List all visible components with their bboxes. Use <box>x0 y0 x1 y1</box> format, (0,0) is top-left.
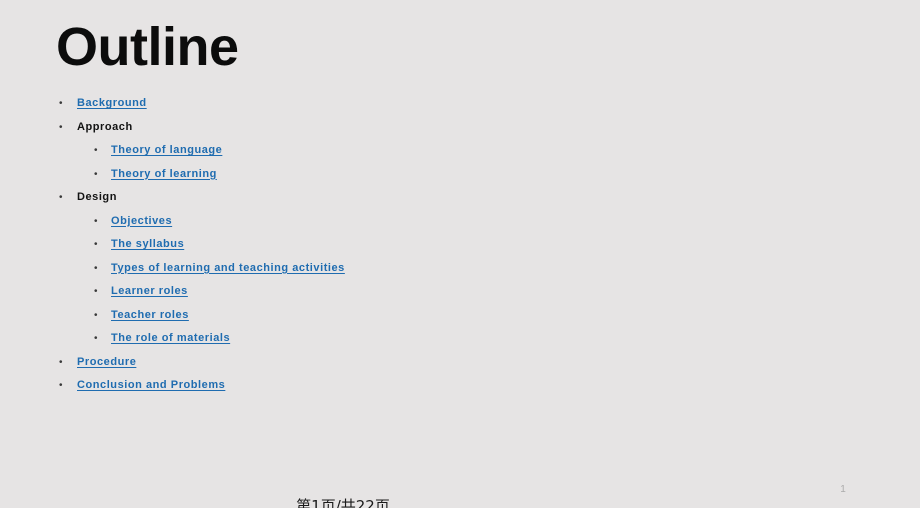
bullet-icon: • <box>94 215 98 227</box>
outline-item[interactable]: • The syllabus <box>0 233 920 257</box>
bullet-icon: • <box>94 145 98 156</box>
bullet-icon: • <box>59 98 63 109</box>
outline-link[interactable]: Theory of learning <box>111 163 217 187</box>
outline-link[interactable]: Conclusion and Problems <box>77 374 225 398</box>
outline-item[interactable]: • The role of materials <box>0 327 920 351</box>
outline-item[interactable]: • Background <box>0 92 920 116</box>
outline-item[interactable]: • Objectives <box>0 210 920 234</box>
outline-item[interactable]: • Procedure <box>0 351 920 375</box>
outline-item: • Approach <box>0 116 920 140</box>
bullet-icon: • <box>59 121 63 133</box>
outline-link[interactable]: Background <box>77 92 147 116</box>
bullet-icon: • <box>59 380 63 391</box>
outline-item[interactable]: • Theory of learning <box>0 163 920 187</box>
bullet-icon: • <box>94 333 98 344</box>
outline-list: • Background • Approach • Theory of language •… <box>0 92 920 398</box>
outline-link[interactable]: Procedure <box>77 351 136 375</box>
outline-link[interactable]: The role of materials <box>111 327 230 351</box>
bullet-icon: • <box>94 286 98 297</box>
bullet-icon: • <box>94 239 98 250</box>
bullet-icon: • <box>94 168 98 180</box>
slide-canvas: Outline • Background • Approach • Theory of l… <box>0 0 920 508</box>
outline-item[interactable]: • Learner roles <box>0 280 920 304</box>
outline-item[interactable]: • Conclusion and Problems <box>0 374 920 398</box>
outline-link[interactable]: The syllabus <box>111 233 184 257</box>
outline-item: • Design <box>0 186 920 210</box>
outline-item[interactable]: • Types of learning and teaching activiti… <box>0 257 920 281</box>
slide-page-number: 1 <box>840 484 846 495</box>
outline-item[interactable]: • Teacher roles <box>0 304 920 328</box>
outline-link[interactable]: Objectives <box>111 210 172 234</box>
page-title: Outline <box>56 17 239 77</box>
outline-link[interactable]: Learner roles <box>111 280 188 304</box>
bottom-margin-strip <box>0 508 920 518</box>
bullet-icon: • <box>59 356 63 368</box>
outline-label: Design <box>77 191 117 203</box>
bullet-icon: • <box>59 192 63 203</box>
bullet-icon: • <box>94 262 98 274</box>
bullet-icon: • <box>94 309 98 321</box>
footer-page-indicator: 第1页/共22页 <box>296 497 390 508</box>
outline-item[interactable]: • Theory of language <box>0 139 920 163</box>
outline-label: Approach <box>77 120 133 133</box>
outline-link[interactable]: Types of learning and teaching activitie… <box>111 257 345 281</box>
outline-link[interactable]: Theory of language <box>111 139 222 163</box>
outline-link[interactable]: Teacher roles <box>111 304 189 328</box>
